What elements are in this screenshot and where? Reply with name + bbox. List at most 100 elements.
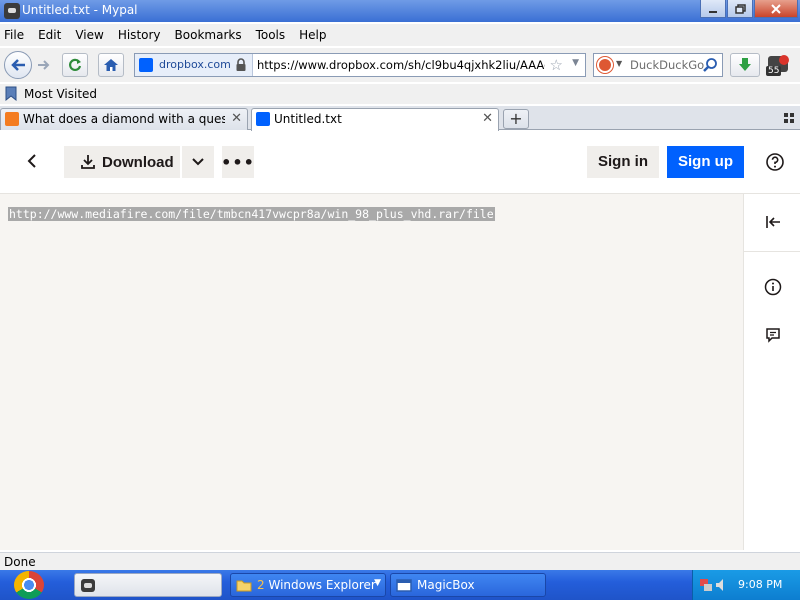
task-group-count: 2 <box>257 578 265 592</box>
network-icon[interactable] <box>699 578 713 592</box>
menu-bookmarks[interactable]: Bookmarks <box>175 28 242 42</box>
window-controls <box>699 0 798 18</box>
home-button[interactable] <box>98 53 124 77</box>
bookmark-most-visited[interactable]: Most Visited <box>24 87 97 101</box>
task-mypal[interactable] <box>74 573 222 597</box>
menu-history[interactable]: History <box>118 28 161 42</box>
all-tabs-icon[interactable] <box>784 113 794 123</box>
most-visited-icon <box>5 86 17 101</box>
tab-diamond-question[interactable]: What does a diamond with a questio... ✕ <box>0 108 248 130</box>
minimize-button[interactable] <box>700 0 726 18</box>
dropbox-favicon-icon <box>256 112 270 126</box>
url-dropdown-icon[interactable]: ▼ <box>572 58 579 68</box>
url-bar[interactable]: dropbox.com https://www.dropbox.com/sh/c… <box>134 53 586 77</box>
download-options-button[interactable] <box>182 146 214 178</box>
downloads-button[interactable] <box>730 53 760 77</box>
more-options-icon: ••• <box>221 152 255 172</box>
site-identity-label: dropbox.com <box>159 58 231 71</box>
url-input[interactable]: https://www.dropbox.com/sh/cl9bu4qjxhk2l… <box>257 58 545 72</box>
tab-label: What does a diamond with a questio... <box>23 112 225 126</box>
mypal-task-icon <box>81 579 95 592</box>
menu-view[interactable]: View <box>75 28 103 42</box>
bookmarks-toolbar: Most Visited <box>0 84 800 104</box>
tab-label: Untitled.txt <box>274 112 342 126</box>
tab-untitled-txt[interactable]: Untitled.txt ✕ <box>251 108 499 131</box>
start-button-icon[interactable] <box>14 571 44 599</box>
download-icon <box>81 155 95 169</box>
system-tray: 9:08 PM <box>692 570 800 600</box>
file-preview: http://www.mediafire.com/file/tmbcn417vw… <box>0 194 743 550</box>
close-icon <box>771 3 781 14</box>
bookmark-star-icon[interactable]: ☆ <box>550 57 563 73</box>
forward-arrow-icon <box>38 60 50 70</box>
title-bar: Untitled.txt - Mypal <box>0 0 800 22</box>
dropbox-header: Download ••• Sign in Sign up <box>0 131 800 194</box>
back-arrow-icon <box>11 59 25 71</box>
collapse-panel-button[interactable] <box>763 212 783 232</box>
search-engine-dropdown-icon[interactable]: ▼ <box>616 59 622 68</box>
home-icon <box>104 59 118 71</box>
search-input[interactable]: DuckDuckGo <box>630 58 704 72</box>
tab-close-icon[interactable]: ✕ <box>482 111 493 126</box>
extension-badge: 55 <box>766 66 782 76</box>
comments-button[interactable] <box>763 325 783 345</box>
download-arrow-icon <box>739 58 751 71</box>
task-windows-explorer[interactable]: 2 Windows Explorer ▼ <box>230 573 386 597</box>
dropbox-back-button[interactable] <box>20 149 44 173</box>
menu-help[interactable]: Help <box>299 28 326 42</box>
chevron-left-icon <box>27 154 36 168</box>
mypal-app-icon <box>4 3 20 19</box>
back-button[interactable] <box>4 51 32 79</box>
side-rail <box>743 194 800 550</box>
task-group-caret-icon[interactable]: ▼ <box>374 578 381 588</box>
new-tab-button[interactable]: + <box>503 109 529 129</box>
reload-button[interactable] <box>62 53 88 77</box>
minimize-icon <box>709 10 717 13</box>
plus-icon: + <box>509 109 523 128</box>
duckduckgo-icon[interactable] <box>597 57 613 73</box>
chevron-down-icon <box>192 158 204 166</box>
site-identity-box[interactable]: dropbox.com <box>135 54 253 76</box>
menu-file[interactable]: File <box>4 28 24 42</box>
window-title: Untitled.txt - Mypal <box>22 3 138 17</box>
reload-icon <box>69 58 82 71</box>
sign-in-button[interactable]: Sign in <box>587 146 659 178</box>
volume-icon[interactable] <box>715 578 725 592</box>
file-text-content[interactable]: http://www.mediafire.com/file/tmbcn417vw… <box>8 207 495 221</box>
forward-button[interactable] <box>34 55 54 75</box>
menu-tools[interactable]: Tools <box>256 28 286 42</box>
taskbar: 2 Windows Explorer ▼ MagicBox 9:08 PM <box>0 570 800 600</box>
chat-favicon-icon <box>5 112 19 126</box>
folder-icon <box>236 580 252 592</box>
status-text: Done <box>4 555 36 569</box>
collapse-left-icon <box>766 216 780 228</box>
tab-strip: What does a diamond with a questio... ✕ … <box>0 106 800 131</box>
more-options-button[interactable]: ••• <box>221 146 255 178</box>
task-magicbox[interactable]: MagicBox <box>390 573 546 597</box>
maximize-button[interactable] <box>727 0 753 18</box>
info-icon <box>764 278 782 296</box>
download-label: Download <box>102 153 174 171</box>
task-windows-explorer-label: Windows Explorer <box>268 578 376 592</box>
search-bar[interactable]: ▼ DuckDuckGo <box>593 53 723 77</box>
comment-icon <box>766 328 780 343</box>
close-button[interactable] <box>754 0 798 18</box>
lock-icon <box>236 58 246 71</box>
sign-up-button[interactable]: Sign up <box>667 146 744 178</box>
task-label: 2 Windows Explorer <box>257 578 376 592</box>
search-icon[interactable] <box>702 57 718 73</box>
menu-edit[interactable]: Edit <box>38 28 61 42</box>
info-button[interactable] <box>763 277 783 297</box>
magicbox-icon <box>396 579 412 592</box>
dropbox-site-icon <box>139 58 153 72</box>
navigation-toolbar: dropbox.com https://www.dropbox.com/sh/c… <box>0 48 800 82</box>
menu-bar: File Edit View History Bookmarks Tools H… <box>0 24 800 46</box>
task-magicbox-label: MagicBox <box>417 578 475 592</box>
download-button[interactable]: Download <box>64 146 180 178</box>
restore-icon <box>734 3 746 14</box>
status-bar: Done <box>0 552 800 570</box>
tab-close-icon[interactable]: ✕ <box>231 111 242 126</box>
clock[interactable]: 9:08 PM <box>738 578 782 591</box>
rail-divider <box>744 251 800 252</box>
help-icon[interactable] <box>765 152 785 172</box>
